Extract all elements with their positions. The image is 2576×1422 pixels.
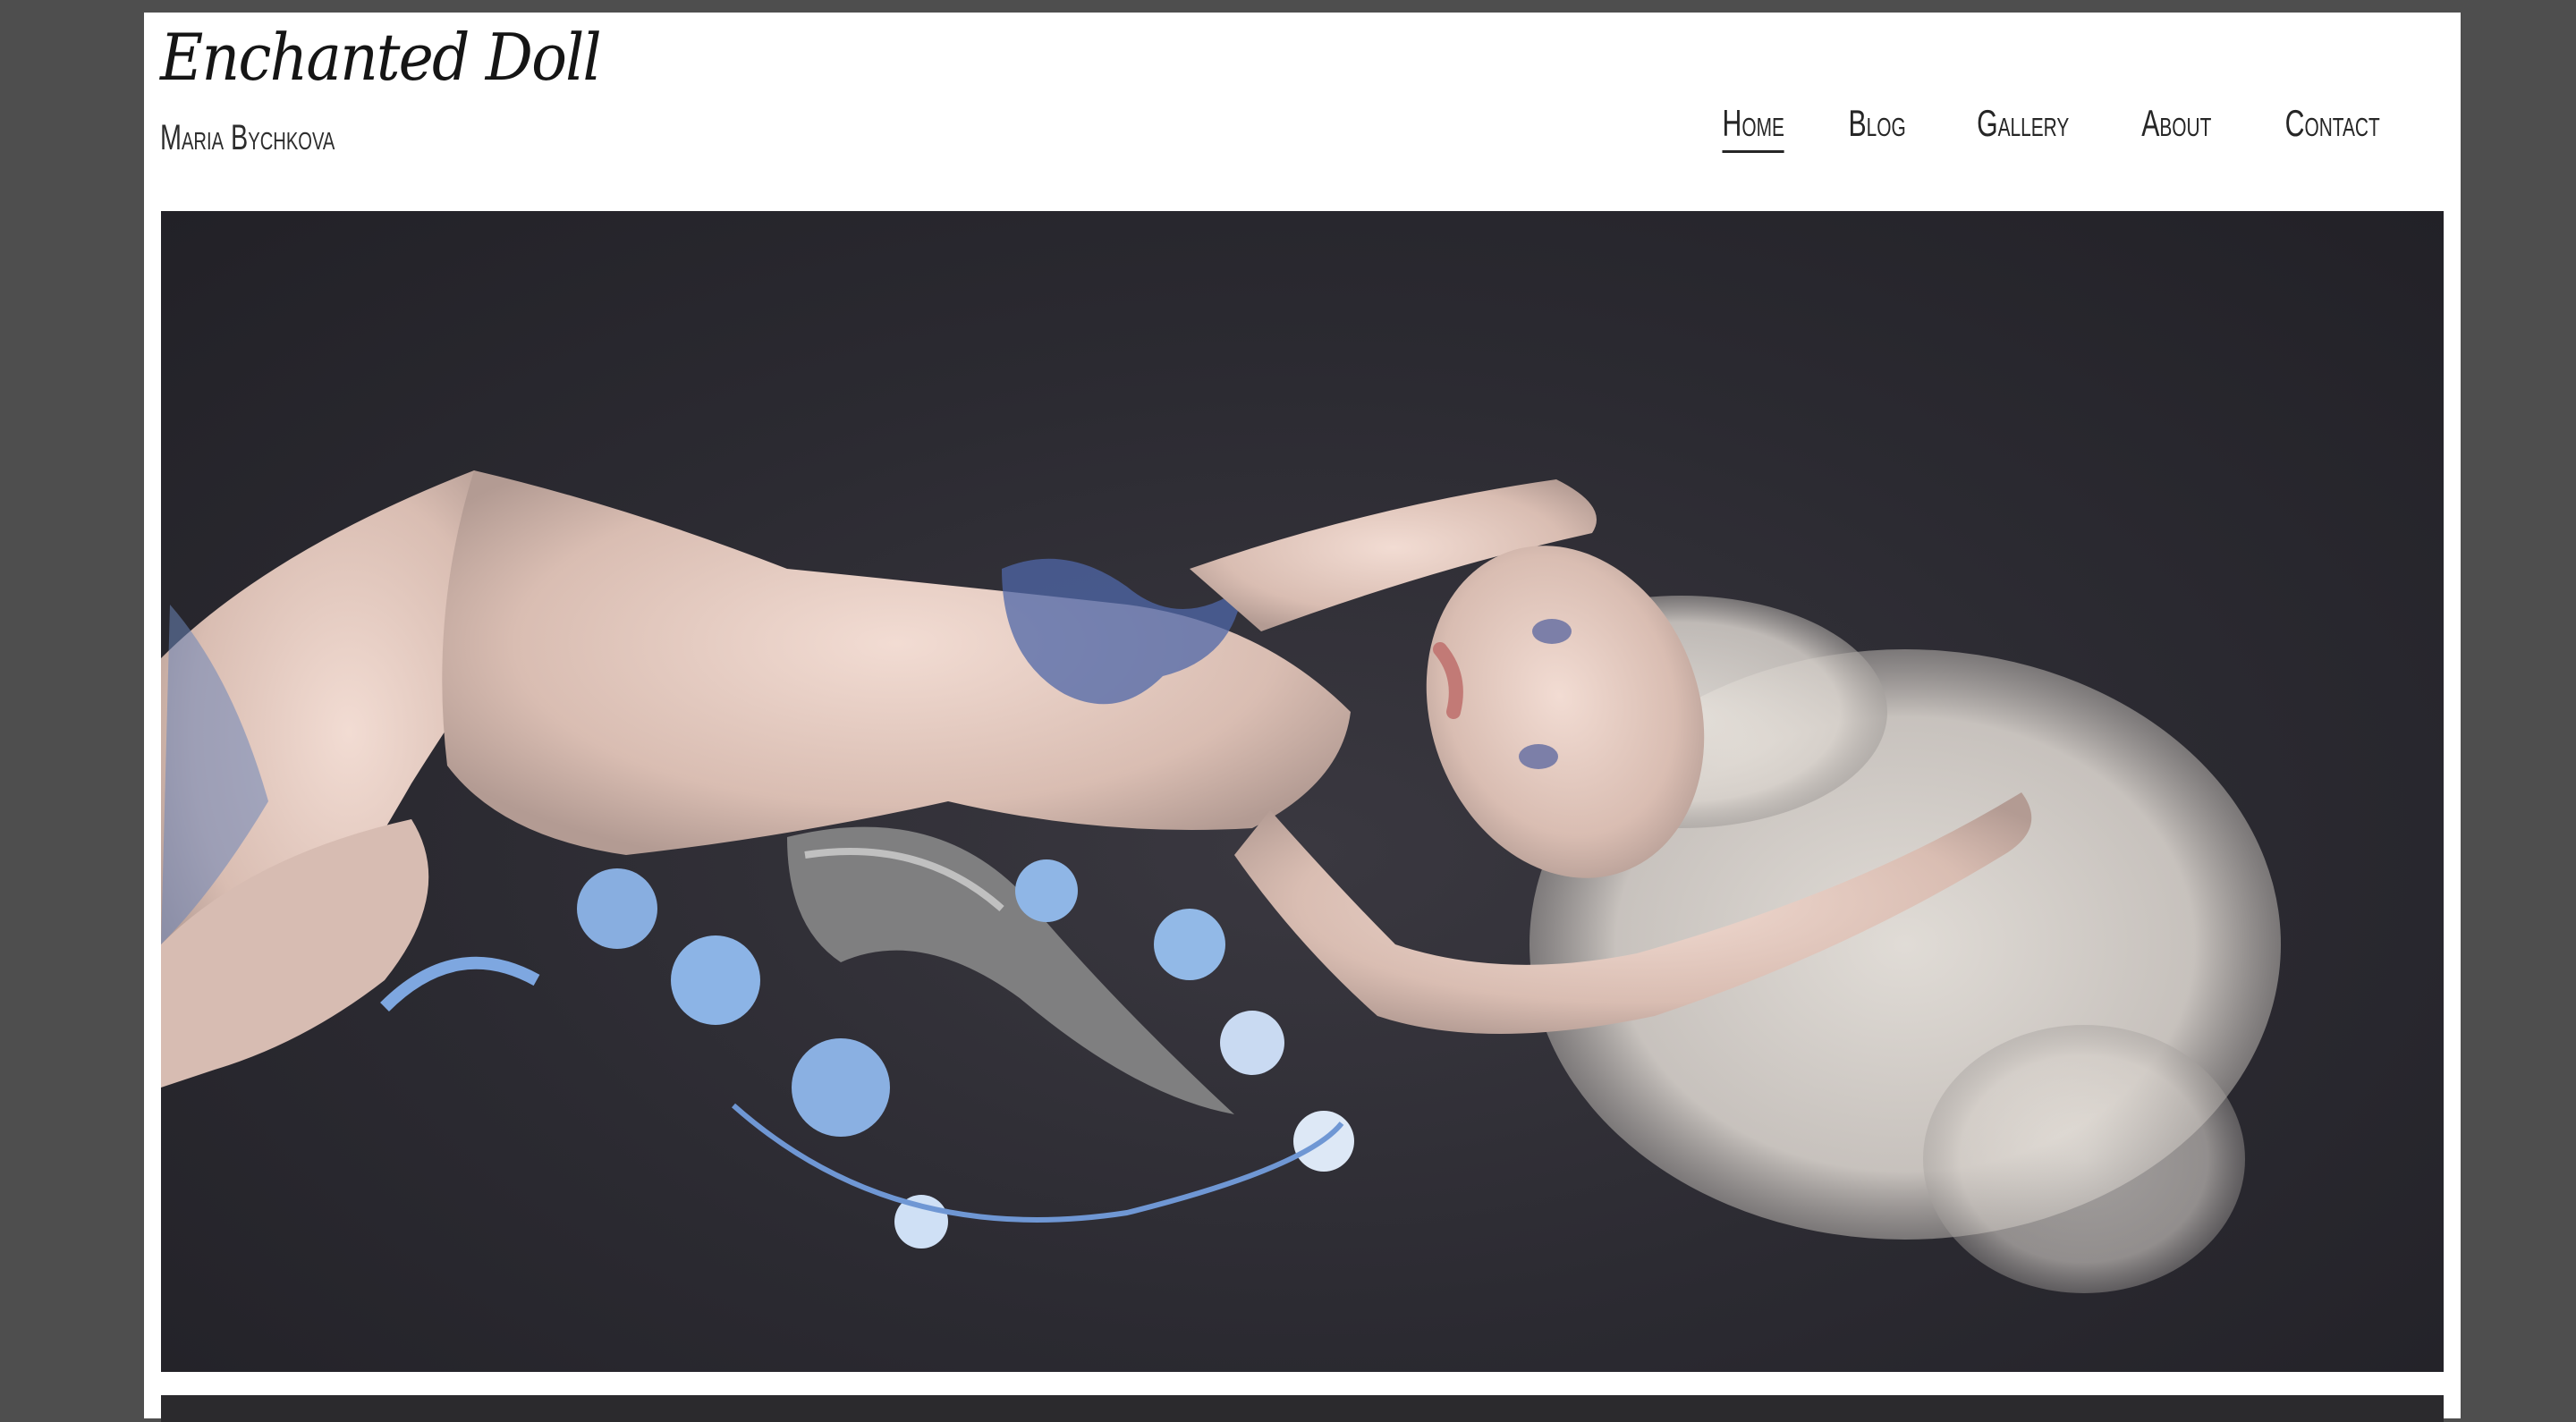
site-title[interactable]: Enchanted Doll [160, 25, 602, 89]
main-navigation: Home Blog Gallery About Contact [1710, 102, 2398, 153]
hero-doll-illustration [161, 470, 2281, 1293]
site-branding: Enchanted Doll Maria Bychkova [160, 25, 639, 158]
site-subtitle: Maria Bychkova [160, 118, 335, 157]
nav-contact-link[interactable]: Contact [2284, 102, 2379, 150]
nav-home-link[interactable]: Home [1722, 102, 1784, 153]
nav-blog-link[interactable]: Blog [1849, 102, 1906, 150]
page-container: Enchanted Doll Maria Bychkova Home Blog … [144, 13, 2461, 1422]
nav-gallery-link[interactable]: Gallery [1977, 102, 2069, 150]
hero-image-porcelain-doll [161, 211, 2444, 1372]
nav-about-link[interactable]: About [2141, 102, 2211, 150]
